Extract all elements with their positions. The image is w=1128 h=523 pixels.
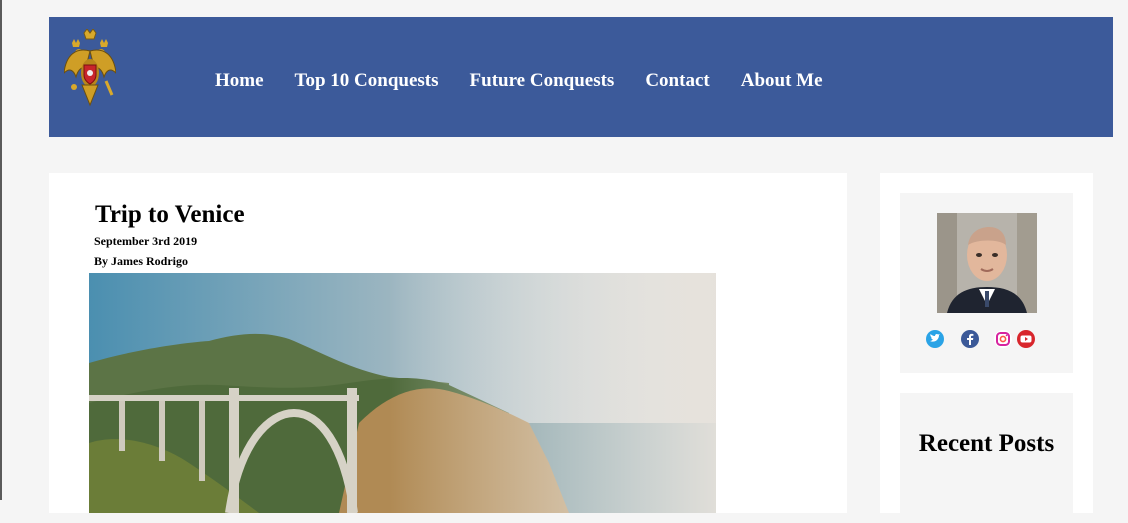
coastal-bridge-image	[89, 273, 716, 513]
recent-posts-widget: Recent Posts	[900, 393, 1073, 523]
youtube-icon[interactable]	[1017, 330, 1035, 348]
instagram-icon[interactable]	[994, 330, 1012, 348]
post-date: September 3rd 2019	[94, 234, 198, 248]
post-card: Trip to Venice September 3rd 2019 By Jam…	[49, 173, 847, 513]
facebook-icon[interactable]	[961, 330, 979, 348]
post-title: Trip to Venice	[95, 201, 245, 228]
window-edge	[0, 0, 2, 500]
profile-photo	[937, 213, 1037, 313]
recent-posts-title: Recent Posts	[918, 430, 1055, 457]
post-author: By James Rodrigo	[94, 254, 188, 268]
nav-about-me[interactable]: About Me	[741, 69, 823, 93]
nav-contact[interactable]: Contact	[645, 69, 709, 93]
social-links	[926, 330, 1066, 348]
nav-future-conquests[interactable]: Future Conquests	[470, 69, 615, 93]
nav-top-10-conquests[interactable]: Top 10 Conquests	[295, 69, 439, 93]
main-nav: Home Top 10 Conquests Future Conquests C…	[215, 69, 823, 93]
sidebar: Recent Posts	[880, 173, 1093, 523]
eagle-emblem-icon[interactable]	[63, 28, 117, 113]
post-image	[89, 273, 716, 513]
nav-home[interactable]: Home	[215, 69, 264, 93]
site-header: Home Top 10 Conquests Future Conquests C…	[49, 17, 1113, 137]
profile-widget	[900, 193, 1073, 373]
twitter-icon[interactable]	[926, 330, 944, 348]
